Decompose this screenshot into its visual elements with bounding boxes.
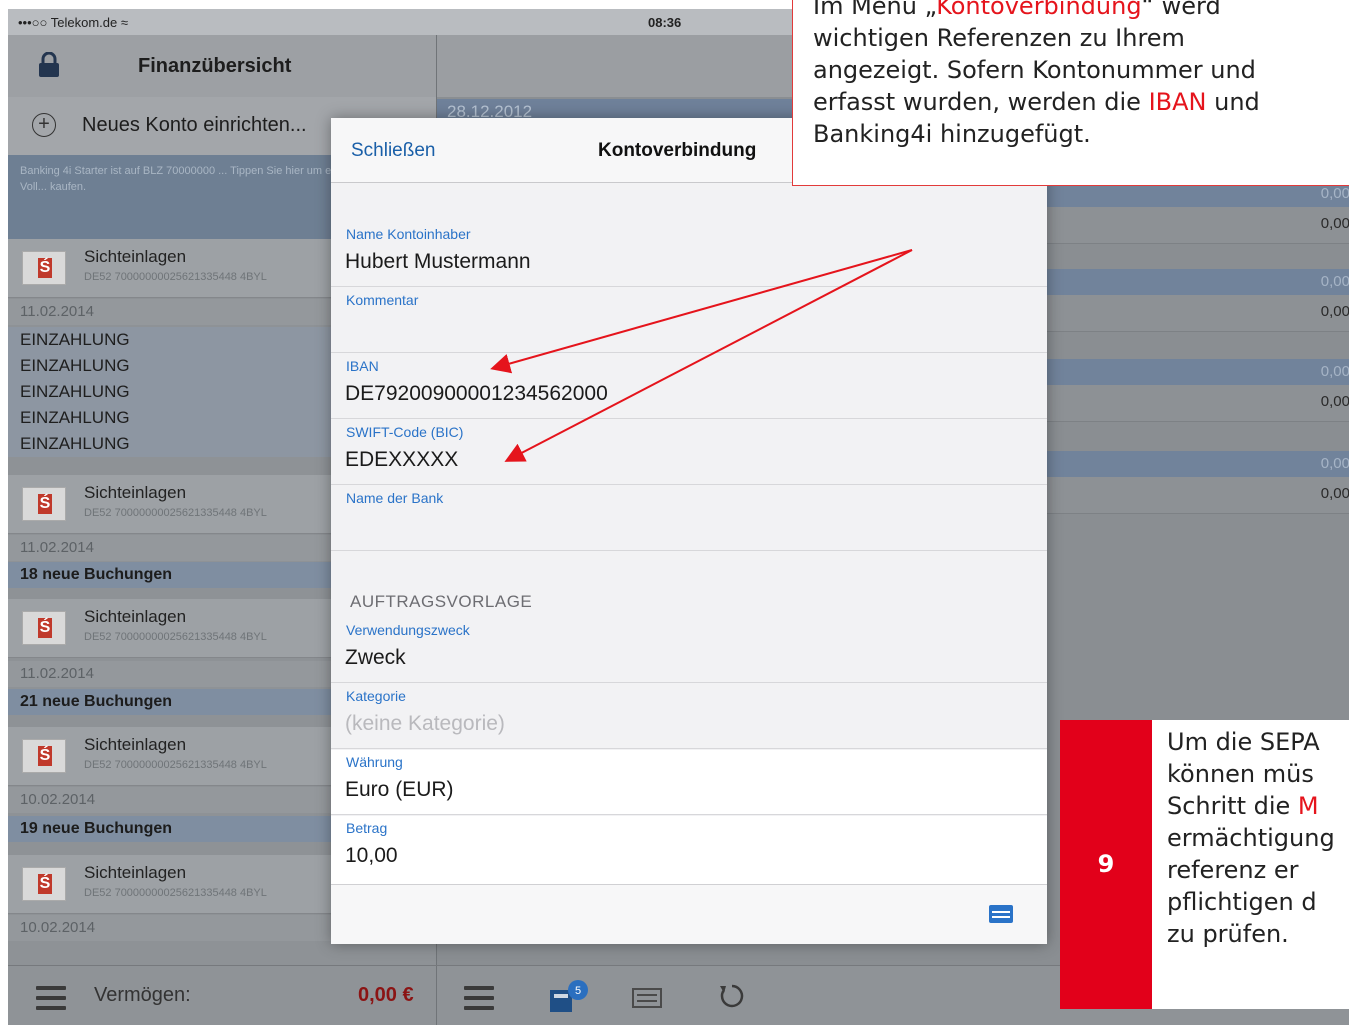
- account-name: Sichteinlagen: [84, 247, 187, 266]
- sparkasse-logo-icon: Ś: [22, 739, 66, 773]
- account-connection-modal: Schließen Kontoverbindung Name Kontoinha…: [331, 118, 1047, 944]
- modal-form: Name Kontoinhaber Hubert Mustermann Komm…: [331, 182, 1047, 885]
- summary-value: 0,00: [1320, 185, 1349, 202]
- sparkasse-logo-icon: Ś: [22, 611, 66, 645]
- callout-fragment: wichtigen Referenzen zu Ihrem: [813, 24, 1185, 52]
- summary-value: 0,00: [1320, 215, 1349, 232]
- detail-menu-icon[interactable]: [464, 986, 494, 1010]
- callout-fragment: angezeigt. Sofern Kontonummer und: [813, 56, 1256, 84]
- sparkasse-logo-icon: Ś: [22, 487, 66, 521]
- plus-circle-icon: +: [32, 113, 56, 137]
- summary-value: 0,00: [1320, 273, 1349, 290]
- menu-icon[interactable]: [36, 986, 66, 1010]
- field-value: EDEXXXXX: [345, 448, 459, 471]
- field-label: Betrag: [346, 820, 388, 836]
- field-label: Name der Bank: [346, 490, 444, 506]
- summary-value: 0,00: [1320, 363, 1349, 380]
- field-value: Zweck: [345, 646, 406, 669]
- account-iban: DE52 70000000025621335448 4BYL: [84, 759, 267, 771]
- callout-highlight: IBAN: [1148, 88, 1207, 116]
- step-number: 9: [1060, 720, 1152, 1009]
- callout-fragment: “ werd: [1141, 0, 1221, 20]
- callout-highlight: M: [1297, 792, 1319, 820]
- callout-fragment: Banking4i hinzugefügt.: [813, 120, 1091, 148]
- assets-value: 0,00 €: [358, 984, 414, 1006]
- account-iban: DE52 70000000025621335448 4BYL: [84, 271, 267, 283]
- amount-field[interactable]: Betrag 10,00: [331, 816, 1047, 885]
- account-name: Sichteinlagen: [84, 863, 187, 882]
- callout-fragment: pflichtigen d: [1167, 888, 1317, 916]
- bank-name-field[interactable]: Name der Bank: [331, 486, 1047, 551]
- close-button[interactable]: Schließen: [351, 140, 436, 162]
- callout-fragment: referenz er: [1167, 856, 1299, 884]
- field-value: Euro (EUR): [345, 778, 454, 801]
- notification-badge: 5: [575, 985, 581, 997]
- new-account-label: Neues Konto einrichten...: [82, 114, 307, 136]
- field-placeholder: (keine Kategorie): [345, 712, 505, 735]
- comment-field[interactable]: Kommentar: [331, 288, 1047, 353]
- sidebar-title: Finanzübersicht: [138, 55, 292, 77]
- field-label: IBAN: [346, 358, 379, 374]
- field-label: SWIFT-Code (BIC): [346, 424, 464, 440]
- field-label: Kommentar: [346, 292, 419, 308]
- card-icon[interactable]: [989, 905, 1013, 923]
- refresh-icon[interactable]: [718, 982, 746, 1010]
- lock-icon[interactable]: [38, 52, 60, 78]
- section-header: AUFTRAGSVORLAGE: [350, 592, 533, 611]
- account-holder-field[interactable]: Name Kontoinhaber Hubert Mustermann: [331, 222, 1047, 287]
- callout-fragment: Schritt die: [1167, 792, 1298, 820]
- summary-value: 0,00: [1320, 303, 1349, 320]
- card-list-icon[interactable]: [632, 988, 662, 1008]
- callout-fragment: zu prüfen.: [1167, 920, 1289, 948]
- field-value: Hubert Mustermann: [345, 250, 531, 273]
- clock: 08:36: [648, 15, 682, 30]
- purpose-field[interactable]: Verwendungszweck Zweck: [331, 618, 1047, 683]
- carrier-label: •••○○ Telekom.de ≈: [18, 15, 128, 30]
- callout-text: Im Menü „Kontoverbindung“ werd wichtigen…: [813, 0, 1349, 150]
- field-label: Kategorie: [346, 688, 406, 704]
- field-label: Name Kontoinhaber: [346, 226, 471, 242]
- account-iban: DE52 70000000025621335448 4BYL: [84, 631, 267, 643]
- account-name: Sichteinlagen: [84, 607, 187, 626]
- callout-fragment: können müs: [1167, 760, 1314, 788]
- toolbar-divider: [436, 966, 437, 1025]
- summary-value: 0,00: [1320, 455, 1349, 472]
- callout-fragment: Im Menü „: [813, 0, 937, 20]
- callout-fragment: erfasst wurden, werden die: [813, 88, 1149, 116]
- field-label: Verwendungszweck: [346, 622, 470, 638]
- account-name: Sichteinlagen: [84, 735, 187, 754]
- modal-title: Kontoverbindung: [598, 140, 757, 161]
- field-label: Währung: [346, 754, 403, 770]
- callout-box-bottom: 9 Um die SEPA können müs Schritt die M e…: [1060, 720, 1349, 1009]
- callout-fragment: Um die SEPA: [1167, 728, 1320, 756]
- account-name: Sichteinlagen: [84, 483, 187, 502]
- account-iban: DE52 70000000025621335448 4BYL: [84, 507, 267, 519]
- callout-highlight: Kontoverbindung: [936, 0, 1142, 20]
- sparkasse-logo-icon: Ś: [22, 251, 66, 285]
- summary-value: 0,00: [1320, 393, 1349, 410]
- sparkasse-logo-icon: Ś: [22, 867, 66, 901]
- callout-text: Um die SEPA können müs Schritt die M erm…: [1167, 726, 1349, 950]
- field-value: 10,00: [345, 844, 398, 867]
- assets-label: Vermögen:: [94, 984, 191, 1006]
- category-field[interactable]: Kategorie (keine Kategorie): [331, 684, 1047, 749]
- callout-box-top: Im Menü „Kontoverbindung“ werd wichtigen…: [792, 0, 1349, 186]
- field-value: DE79200900001234562000: [345, 382, 608, 405]
- account-iban: DE52 70000000025621335448 4BYL: [84, 887, 267, 899]
- bic-field[interactable]: SWIFT-Code (BIC) EDEXXXXX: [331, 420, 1047, 485]
- iban-field[interactable]: IBAN DE79200900001234562000: [331, 354, 1047, 419]
- sidebar-nav-bar: Finanzübersicht: [8, 35, 436, 98]
- modal-footer: [331, 884, 1047, 944]
- summary-value: 0,00: [1320, 485, 1349, 502]
- callout-fragment: und: [1206, 88, 1260, 116]
- currency-field[interactable]: Währung Euro (EUR): [331, 750, 1047, 815]
- transfer-inbox-icon[interactable]: 5: [548, 978, 588, 1014]
- callout-fragment: ermächtigung: [1167, 824, 1335, 852]
